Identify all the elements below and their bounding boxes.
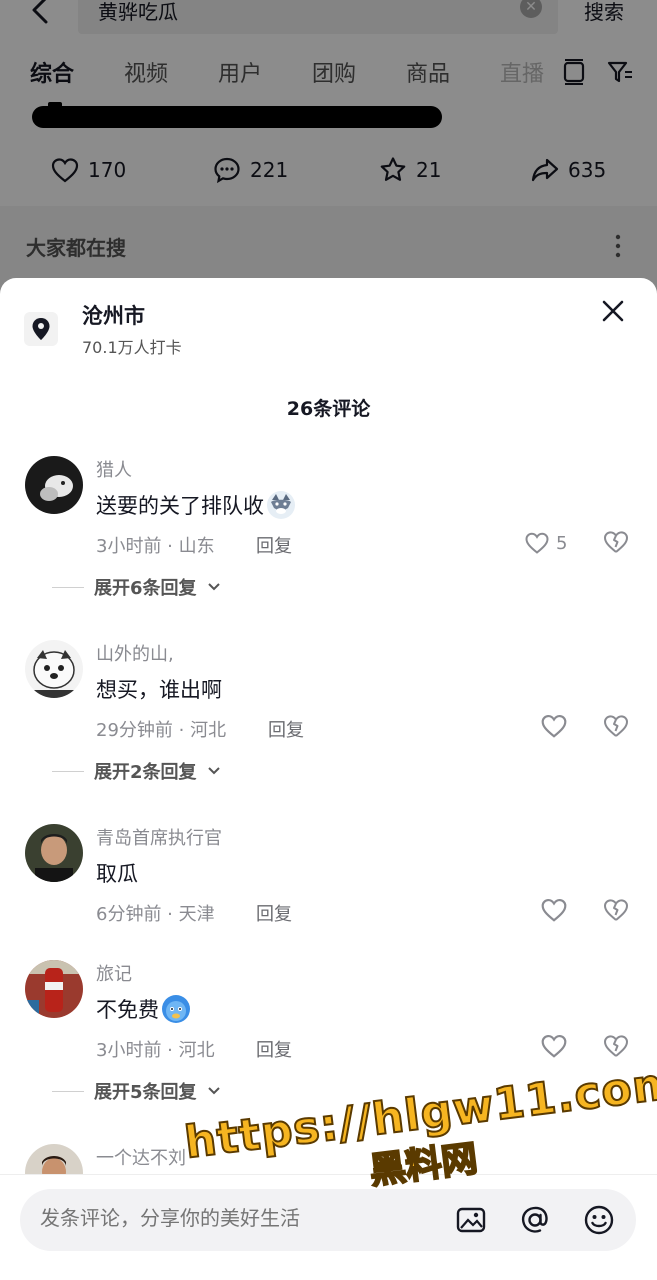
comment-username[interactable]: 一个达不刘 <box>96 1144 186 1170</box>
chevron-down-icon <box>207 583 220 591</box>
comment-input-pill[interactable] <box>20 1189 636 1251</box>
reply-button[interactable]: 回复 <box>268 716 304 742</box>
broken-heart-icon[interactable] <box>602 528 630 556</box>
comment-like-count: 5 <box>556 532 568 554</box>
close-icon[interactable] <box>598 296 628 326</box>
comment-meta: 3小时前 · 山东 <box>96 536 215 557</box>
chevron-down-icon <box>207 767 220 775</box>
broken-heart-icon[interactable] <box>602 1032 630 1060</box>
reply-button[interactable]: 回复 <box>256 532 292 558</box>
emoji-icon[interactable] <box>582 1203 616 1237</box>
comment-text: 送要的关了排队收 <box>96 494 264 518</box>
expand-replies-button[interactable]: 展开6条回复 <box>52 574 221 600</box>
expand-replies-label: 展开6条回复 <box>94 578 197 599</box>
comment-input-bar <box>0 1174 657 1280</box>
expand-line <box>52 770 84 772</box>
wolf-emoji-icon <box>267 491 295 519</box>
comment-input[interactable] <box>40 1206 440 1230</box>
location-checkins: 70.1万人打卡 <box>82 338 182 357</box>
expand-line <box>52 586 84 588</box>
comment-username[interactable]: 山外的山, <box>96 640 174 666</box>
image-icon[interactable] <box>454 1203 488 1237</box>
comment-meta: 3小时前 · 河北 <box>96 1040 215 1061</box>
location-badge[interactable] <box>24 312 58 346</box>
expand-replies-button[interactable]: 展开2条回复 <box>52 758 221 784</box>
avatar[interactable] <box>25 960 83 1018</box>
comment-count-title: 26条评论 <box>286 398 371 420</box>
comment-text-row: 送要的关了排队收 <box>96 490 296 520</box>
expand-line <box>52 1090 84 1092</box>
dim-overlay[interactable] <box>0 0 657 300</box>
comment-username[interactable]: 旅记 <box>96 960 132 986</box>
heart-icon[interactable] <box>540 1032 568 1060</box>
comment-meta: 6分钟前 · 天津 <box>96 904 215 925</box>
expand-replies-label: 展开2条回复 <box>94 762 197 783</box>
location-title[interactable]: 沧州市 <box>82 300 145 330</box>
mention-icon[interactable] <box>518 1203 552 1237</box>
broken-heart-icon[interactable] <box>602 712 630 740</box>
comment-username[interactable]: 猎人 <box>96 456 132 482</box>
expand-replies-button[interactable]: 展开5条回复 <box>52 1078 221 1104</box>
expand-replies-label: 展开5条回复 <box>94 1082 197 1103</box>
avatar[interactable] <box>25 456 83 514</box>
comment-text: 取瓜 <box>96 862 138 886</box>
comment-text-row: 不免费 <box>96 994 191 1024</box>
reply-button[interactable]: 回复 <box>256 900 292 926</box>
comment-username[interactable]: 青岛首席执行官 <box>96 824 222 850</box>
broken-heart-icon[interactable] <box>602 896 630 924</box>
heart-icon <box>525 532 549 554</box>
chevron-down-icon <box>207 1087 220 1095</box>
heart-icon[interactable] <box>540 896 568 924</box>
avatar[interactable] <box>25 640 83 698</box>
comment-text-row: 想买，谁出啊 <box>96 674 222 704</box>
avatar[interactable] <box>25 824 83 882</box>
comment-meta: 29分钟前 · 河北 <box>96 720 227 741</box>
comment-text: 不免费 <box>96 998 159 1022</box>
comment-text: 想买，谁出啊 <box>96 678 222 702</box>
cold-face-emoji-icon <box>162 995 190 1023</box>
comment-text-row: 取瓜 <box>96 858 138 888</box>
reply-button[interactable]: 回复 <box>256 1036 292 1062</box>
comment-like-button[interactable]: 5 <box>524 530 567 556</box>
comment-sheet: 沧州市 70.1万人打卡 26条评论 猎人 送要的关了排队收 3小时前 · 山东… <box>0 278 657 1280</box>
heart-icon[interactable] <box>540 712 568 740</box>
location-pin-icon <box>32 318 50 340</box>
